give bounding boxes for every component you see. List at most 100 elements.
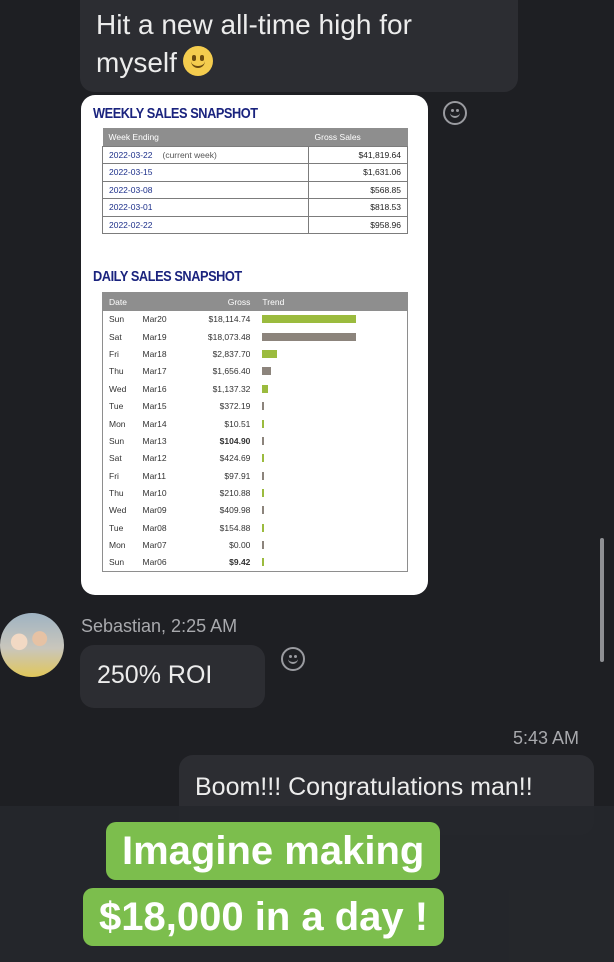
add-reaction-icon[interactable]	[443, 101, 467, 125]
gross-cell: $0.00	[229, 540, 251, 551]
week-ending-cell: 2022-03-22 (current week)	[102, 145, 309, 164]
table-row: Sun Mar20 $18,114.74	[103, 311, 408, 328]
trend-cell	[256, 450, 407, 467]
trend-bar	[262, 558, 265, 567]
week-ending-cell: 2022-03-15	[102, 163, 309, 182]
table-row: Thu Mar10 $210.88	[103, 484, 408, 501]
column-header: Date	[102, 292, 191, 311]
gross-sales-cell: $568.85	[308, 180, 408, 199]
trend-bar	[262, 315, 357, 324]
date-cell: Mar11	[142, 470, 166, 481]
weekly-report-title: WEEKLY SALES SNAPSHOT	[93, 105, 258, 122]
day-cell: Wed	[109, 505, 127, 516]
trend-cell	[256, 415, 407, 432]
message-text: 250% ROI	[97, 661, 213, 689]
date-cell: Mar19	[142, 331, 167, 342]
trend-cell	[256, 467, 407, 484]
trend-bar	[262, 541, 265, 550]
trend-bar	[262, 384, 269, 393]
daily-report-title: DAILY SALES SNAPSHOT	[93, 268, 242, 285]
date-cell: Mar14	[142, 418, 167, 429]
trend-bar	[262, 506, 265, 515]
smiley-emoji-icon	[182, 46, 213, 76]
day-cell: Wed	[109, 383, 127, 394]
trend-cell	[256, 432, 407, 449]
daily-sales-table: Date Gross Trend Sun Mar20 $18,114.74 Sat Ma…	[102, 292, 408, 572]
date-cell: Mar09	[142, 505, 167, 516]
table-row: Wed Mar16 $1,137.32	[103, 380, 408, 397]
table-row: 2022-03-08 $568.85	[102, 180, 408, 199]
weekly-sales-table: Week Ending Gross Sales 2022-03-22 (curre…	[102, 128, 408, 234]
gross-cell: $210.88	[219, 488, 251, 499]
day-cell: Sat	[109, 331, 122, 342]
table-row: 2022-03-15 $1,631.06	[102, 163, 408, 182]
table-row: Wed Mar09 $409.98	[103, 502, 408, 519]
gross-sales-cell: $958.96	[308, 215, 408, 234]
date-cell: Mar18	[142, 348, 167, 359]
table-row: 2022-03-22 (current week) $41,819.64	[102, 145, 408, 164]
trend-bar	[262, 367, 272, 376]
table-row: Thu Mar17 $1,656.40	[103, 363, 408, 380]
gross-cell: $409.98	[219, 505, 251, 516]
gross-cell: $97.91	[224, 470, 251, 481]
gross-cell: $424.69	[219, 453, 251, 464]
trend-cell	[256, 380, 407, 397]
trend-cell	[256, 519, 407, 536]
message-bubble-roi[interactable]: 250% ROI	[80, 645, 265, 708]
table-row: Tue Mar08 $154.88	[103, 519, 408, 536]
trend-bar	[262, 454, 265, 463]
gross-cell: $2,837.70	[212, 348, 251, 359]
gross-cell: $154.88	[219, 522, 251, 533]
table-row: 2022-03-01 $818.53	[102, 198, 408, 217]
message-text: Boom!!! Congratulations man!!	[195, 773, 533, 801]
trend-bar	[262, 436, 265, 445]
table-row: Sat Mar19 $18,073.48	[103, 328, 408, 345]
table-row: 2022-02-22 $958.96	[102, 215, 408, 234]
day-cell: Fri	[109, 470, 119, 481]
trend-cell	[256, 363, 407, 380]
date-cell: Mar08	[142, 522, 167, 533]
message-bubble-top[interactable]: Hit a new all-time high for myself	[80, 0, 518, 92]
trend-bar	[262, 419, 265, 428]
gross-cell: $18,073.48	[207, 331, 251, 342]
day-cell: Tue	[109, 522, 124, 533]
column-header: Trend	[256, 292, 408, 311]
caption-line-1: Imagine making	[106, 822, 441, 880]
trend-bar	[262, 523, 265, 532]
week-ending-cell: 2022-03-08	[102, 180, 309, 199]
date-cell: Mar17	[142, 366, 167, 377]
trend-cell	[256, 484, 407, 501]
date-cell: Mar13	[142, 435, 167, 446]
column-header: Gross Sales	[308, 128, 408, 146]
day-cell: Fri	[109, 348, 119, 359]
trend-bar	[262, 489, 265, 498]
day-cell: Mon	[109, 540, 126, 551]
day-cell: Mon	[109, 418, 126, 429]
gross-cell: $18,114.74	[208, 314, 251, 325]
trend-bar	[262, 402, 265, 411]
table-row: Sat Mar12 $424.69	[103, 450, 408, 467]
trend-bar	[262, 349, 278, 358]
add-reaction-icon[interactable]	[281, 647, 305, 671]
day-cell: Sun	[109, 314, 125, 325]
scrollbar[interactable]	[600, 538, 604, 662]
table-row: Sun Mar13 $104.90	[103, 432, 408, 449]
trend-cell	[256, 502, 407, 519]
day-cell: Thu	[109, 488, 124, 499]
sender-name-time: Sebastian, 2:25 AM	[81, 616, 238, 636]
table-row: Sun Mar06 $9.42	[103, 554, 408, 571]
caption-line-2: $18,000 in a day !	[83, 888, 445, 946]
trend-cell	[256, 554, 407, 571]
date-cell: Mar10	[142, 488, 167, 499]
sales-report-image[interactable]: WEEKLY SALES SNAPSHOT Week Ending Gross …	[81, 95, 428, 595]
current-week-note: (current week)	[162, 149, 217, 160]
trend-cell	[256, 397, 407, 414]
gross-cell: $1,137.32	[212, 383, 251, 394]
column-header: Gross	[190, 292, 257, 311]
table-row: Fri Mar18 $2,837.70	[103, 345, 408, 362]
gross-cell: $1,656.40	[212, 366, 251, 377]
user-avatar[interactable]	[0, 613, 64, 677]
week-ending-cell: 2022-02-22	[102, 215, 309, 234]
table-row: Mon Mar14 $10.51	[103, 415, 408, 432]
message-timestamp: 5:43 AM	[513, 728, 580, 748]
